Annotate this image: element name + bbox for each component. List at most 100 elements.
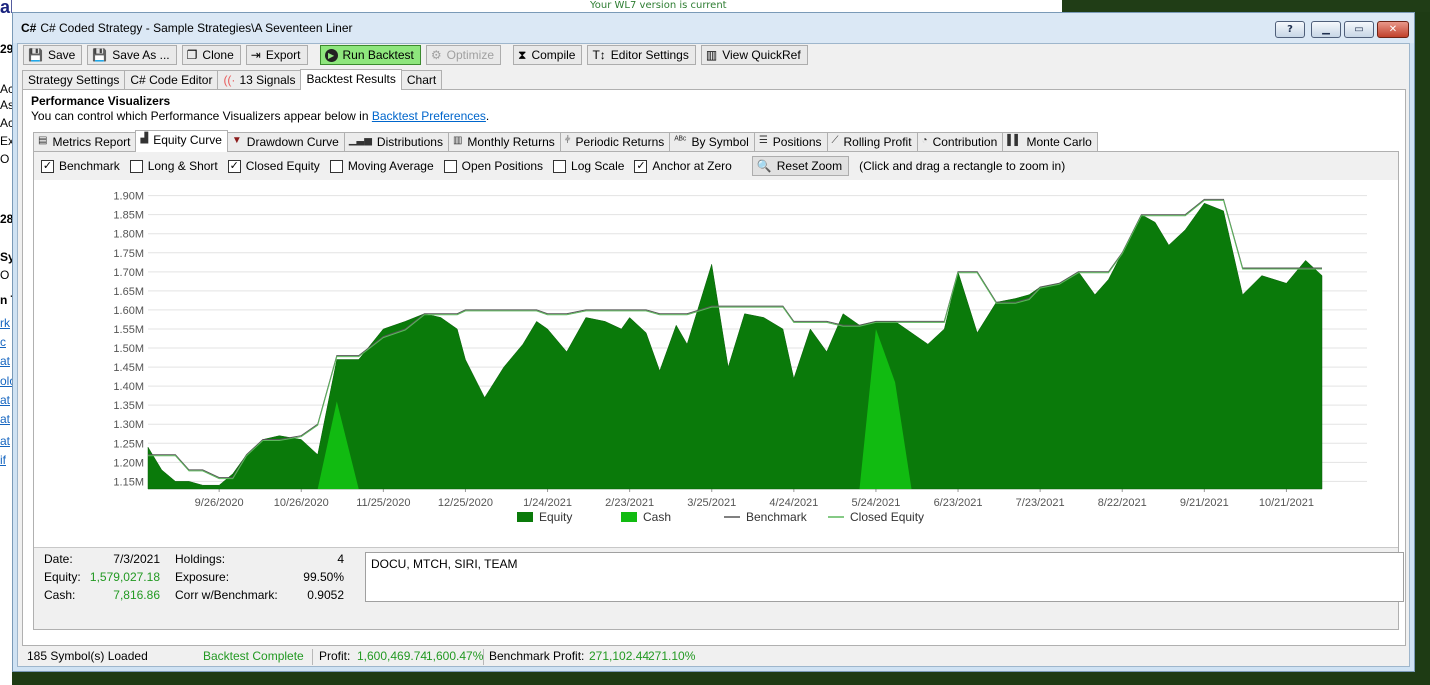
tab-label: Metrics Report	[52, 135, 131, 149]
toolbar-button-label: Save	[47, 48, 76, 62]
zoom-icon: 🔍	[756, 159, 772, 173]
option-log-scale[interactable]: Log Scale	[553, 159, 624, 173]
legend-label: Closed Equity	[850, 510, 924, 524]
bars-icon: ▌▌	[1007, 135, 1022, 146]
checkbox[interactable]: ✓	[41, 159, 54, 173]
chart-options: ✓ Benchmark Long & Short ✓ Closed Equity Movi…	[41, 159, 742, 173]
editor-settings-button[interactable]: T↕ Editor Settings	[587, 45, 696, 65]
background-text: 29	[0, 42, 12, 56]
tab-distributions[interactable]: ▁▃▅ Distributions	[343, 132, 449, 152]
background-text: As	[0, 98, 12, 112]
export-button[interactable]: ⇥ Export	[245, 45, 308, 65]
tab-monte-carlo[interactable]: ▌▌ Monte Carlo	[1002, 132, 1098, 152]
background-text: c	[0, 335, 6, 349]
tab-metrics-report[interactable]: ▤ Metrics Report	[33, 132, 137, 152]
option-anchor-at-zero[interactable]: ✓ Anchor at Zero	[634, 159, 732, 173]
save-icon: 💾	[28, 48, 43, 62]
option-moving-average[interactable]: Moving Average	[329, 159, 434, 173]
abc-icon: ᴬᴮᶜ	[674, 135, 687, 146]
compile-button[interactable]: ⧗ Compile	[513, 45, 583, 65]
toolbar-button-label: View QuickRef	[722, 48, 801, 62]
tab-strategy-settings[interactable]: Strategy Settings	[22, 70, 126, 90]
reset-zoom-button[interactable]: 🔍 Reset Zoom	[751, 156, 850, 176]
date-value: 7/3/2021	[113, 552, 160, 566]
backtest-status: Backtest Complete	[203, 649, 304, 663]
tab-positions[interactable]: ☰ Positions	[753, 132, 828, 152]
checkbox[interactable]	[329, 159, 343, 173]
tab-rolling-profit[interactable]: ⟋ Rolling Profit	[826, 132, 918, 152]
tab-label: Drawdown Curve	[246, 135, 339, 149]
performance-visualizers-description: You can control which Performance Visual…	[31, 109, 489, 123]
option-label: Long & Short	[147, 159, 218, 173]
gear-icon: ⚙	[430, 48, 442, 62]
tab-backtest-results[interactable]: Backtest Results	[300, 69, 402, 90]
legend-label: Benchmark	[746, 510, 808, 524]
minimize-icon: ▁	[1322, 24, 1330, 35]
tab-chart[interactable]: Chart	[400, 70, 443, 90]
help-button[interactable]: ?	[1275, 21, 1305, 38]
x-tick-label: 3/25/2021	[687, 497, 736, 509]
maximize-icon: ▭	[1354, 24, 1364, 35]
histogram-icon: ▁▃▅	[348, 135, 372, 146]
optimize-button[interactable]: ⚙ Optimize	[425, 45, 501, 65]
books-icon: ▥	[705, 48, 718, 62]
maximize-button[interactable]: ▭	[1344, 21, 1374, 38]
window-title: C# Coded Strategy - Sample Strategies\A …	[40, 21, 353, 35]
profit-value: 1,600,469.74	[357, 649, 428, 663]
holdings-value: 4	[337, 552, 344, 566]
checkbox[interactable]: ✓	[634, 159, 648, 173]
save-as-button[interactable]: 💾 Save As ...	[87, 45, 177, 65]
view-quickref-button[interactable]: ▥ View QuickRef	[700, 45, 808, 65]
x-tick-label: 10/26/2020	[274, 497, 329, 509]
checkbox[interactable]	[443, 159, 457, 173]
y-tick-label: 1.45M	[113, 362, 144, 374]
tab-13-signals[interactable]: ((· 13 Signals	[217, 70, 302, 90]
checkbox[interactable]: ✓	[227, 159, 241, 173]
backtest-results-panel: Performance Visualizers You can control …	[22, 89, 1406, 646]
checkbox[interactable]	[129, 159, 143, 173]
backtest-preferences-link[interactable]: Backtest Preferences	[372, 109, 486, 123]
play-icon: ▶	[324, 48, 338, 62]
tab-drawdown-curve[interactable]: ▼ Drawdown Curve	[226, 132, 345, 152]
tab-by-symbol[interactable]: ᴬᴮᶜ By Symbol	[669, 132, 755, 152]
toolbar-button-label: Compile	[531, 48, 576, 62]
tab-c-code-editor[interactable]: C# Code Editor	[124, 70, 219, 90]
equity-curve-chart[interactable]: 1.90M 1.85M 1.80M 1.75M 1.70M 1.65M 1.60M 1.55M…	[34, 180, 1398, 546]
hourglass-icon: ⧗	[518, 47, 527, 62]
title-bar[interactable]: C# C# Coded Strategy - Sample Strategies…	[13, 13, 1414, 43]
symbols-loaded-status: 185 Symbol(s) Loaded	[27, 649, 148, 663]
tab-equity-curve[interactable]: ▟ Equity Curve	[135, 130, 228, 152]
option-open-positions[interactable]: Open Positions	[443, 159, 544, 173]
option-closed-equity[interactable]: ✓ Closed Equity	[227, 159, 320, 173]
minimize-button[interactable]: ▁	[1311, 21, 1341, 38]
option-benchmark[interactable]: ✓ Benchmark	[41, 159, 120, 173]
tab-periodic-returns[interactable]: ⫩ Periodic Returns	[559, 132, 671, 152]
close-button[interactable]: ✕	[1377, 21, 1409, 38]
y-tick-label: 1.30M	[113, 419, 144, 431]
exposure-value: 99.50%	[303, 570, 344, 584]
save-button[interactable]: 💾 Save	[23, 45, 83, 65]
option-long-short[interactable]: Long & Short	[129, 159, 218, 173]
legend-swatch	[621, 512, 637, 522]
option-label: Open Positions	[461, 159, 544, 173]
holdings-symbols-box[interactable]: DOCU, MTCH, SIRI, TEAM	[365, 552, 1404, 602]
periodic-icon: ⫩	[564, 135, 571, 146]
equity-chart-icon: ▟	[140, 133, 149, 144]
background-app-panel: alth Lab 7 Release Log 29 Ac As Ac Ex O 28 Sy On …	[0, 0, 12, 685]
tab-label: Monte Carlo	[1026, 135, 1092, 149]
csharp-logo-icon: C#	[21, 21, 37, 35]
y-tick-label: 1.75M	[113, 248, 144, 260]
run-backtest-button[interactable]: ▶ Run Backtest	[319, 45, 421, 65]
tab-label: Distributions	[376, 135, 443, 149]
checkbox[interactable]	[553, 159, 567, 173]
x-tick-label: 11/25/2020	[356, 497, 410, 509]
y-tick-label: 1.50M	[113, 343, 144, 355]
tab-label: Contribution	[932, 135, 998, 149]
desktop-background	[1062, 0, 1430, 12]
x-tick-label: 12/25/2020	[438, 497, 493, 509]
visualizer-tabs: ▤ Metrics Report ▟ Equity Curve ▼ Drawdown Cu…	[33, 130, 1098, 152]
tab-monthly-returns[interactable]: ▥ Monthly Returns	[447, 132, 561, 152]
clone-button[interactable]: ❐ Clone	[181, 45, 241, 65]
y-tick-label: 1.55M	[113, 324, 144, 336]
tab-contribution[interactable]: ◔ Contribution	[916, 132, 1004, 152]
